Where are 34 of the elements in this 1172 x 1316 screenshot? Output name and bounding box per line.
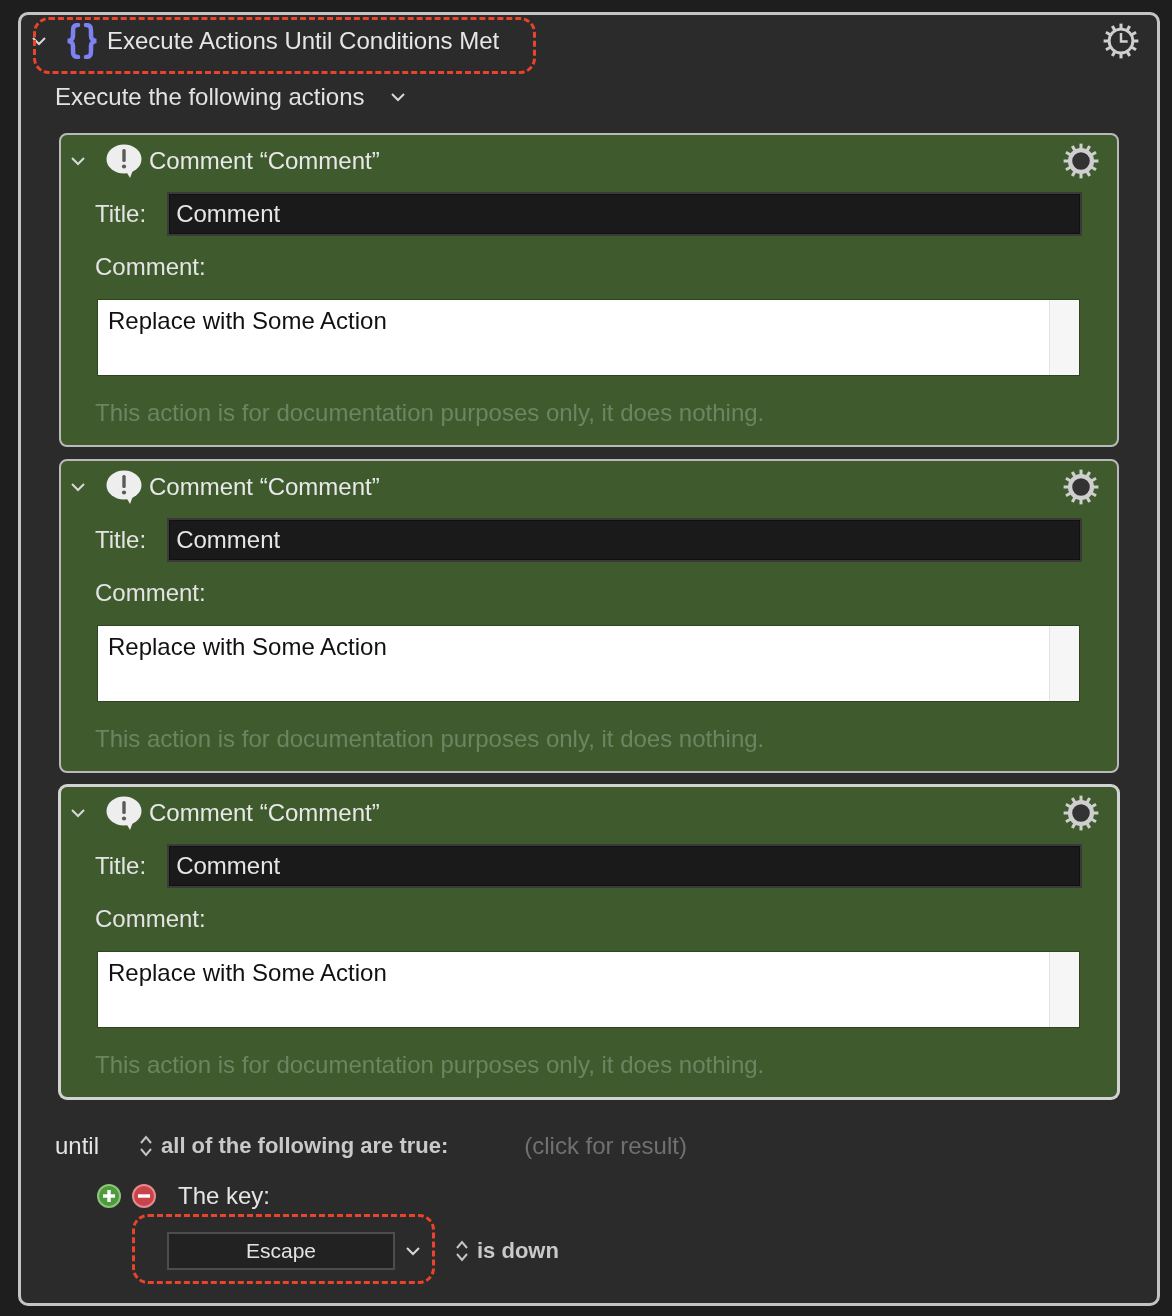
- key-state-popup[interactable]: is down: [455, 1236, 559, 1266]
- section-menu-label[interactable]: Execute the following actions: [55, 82, 365, 112]
- settings-icon[interactable]: [1062, 794, 1100, 832]
- match-mode-popup[interactable]: all of the following are true:: [139, 1131, 449, 1161]
- settings-icon[interactable]: [1062, 468, 1100, 506]
- speech-bubble-icon: [106, 144, 142, 178]
- remove-condition-button[interactable]: [132, 1184, 156, 1208]
- field-label: Title:: [95, 852, 147, 880]
- multiline-text-area[interactable]: Replace with Some Action: [97, 299, 1080, 376]
- multiline-text-area[interactable]: Replace with Some Action: [97, 951, 1080, 1028]
- key-field[interactable]: Escape: [167, 1232, 395, 1270]
- title-input[interactable]: Comment: [167, 844, 1082, 888]
- condition-label: The key:: [178, 1182, 271, 1210]
- settings-icon[interactable]: [1062, 142, 1100, 180]
- action-title: Execute Actions Until Conditions Met: [107, 26, 500, 56]
- braces-icon: [65, 23, 99, 59]
- action-heading: Comment “Comment”: [149, 146, 380, 176]
- field-label: Comment:: [95, 579, 206, 607]
- speech-bubble-icon: [106, 470, 142, 504]
- speech-bubble-icon: [106, 796, 142, 830]
- multiline-text-area[interactable]: Replace with Some Action: [97, 625, 1080, 702]
- field-label: Title:: [95, 200, 147, 228]
- field-label: Title:: [95, 526, 147, 554]
- field-label: Comment:: [95, 905, 206, 933]
- action-heading: Comment “Comment”: [149, 798, 380, 828]
- plus-circle-icon: [97, 1184, 121, 1208]
- until-label: until: [55, 1132, 100, 1160]
- title-input[interactable]: Comment: [167, 192, 1082, 236]
- action-heading: Comment “Comment”: [149, 472, 380, 502]
- clock-gear-icon[interactable]: [1102, 22, 1140, 60]
- title-input[interactable]: Comment: [167, 518, 1082, 562]
- add-condition-button[interactable]: [97, 1184, 121, 1208]
- minus-circle-icon: [132, 1184, 156, 1208]
- field-label: Comment:: [95, 253, 206, 281]
